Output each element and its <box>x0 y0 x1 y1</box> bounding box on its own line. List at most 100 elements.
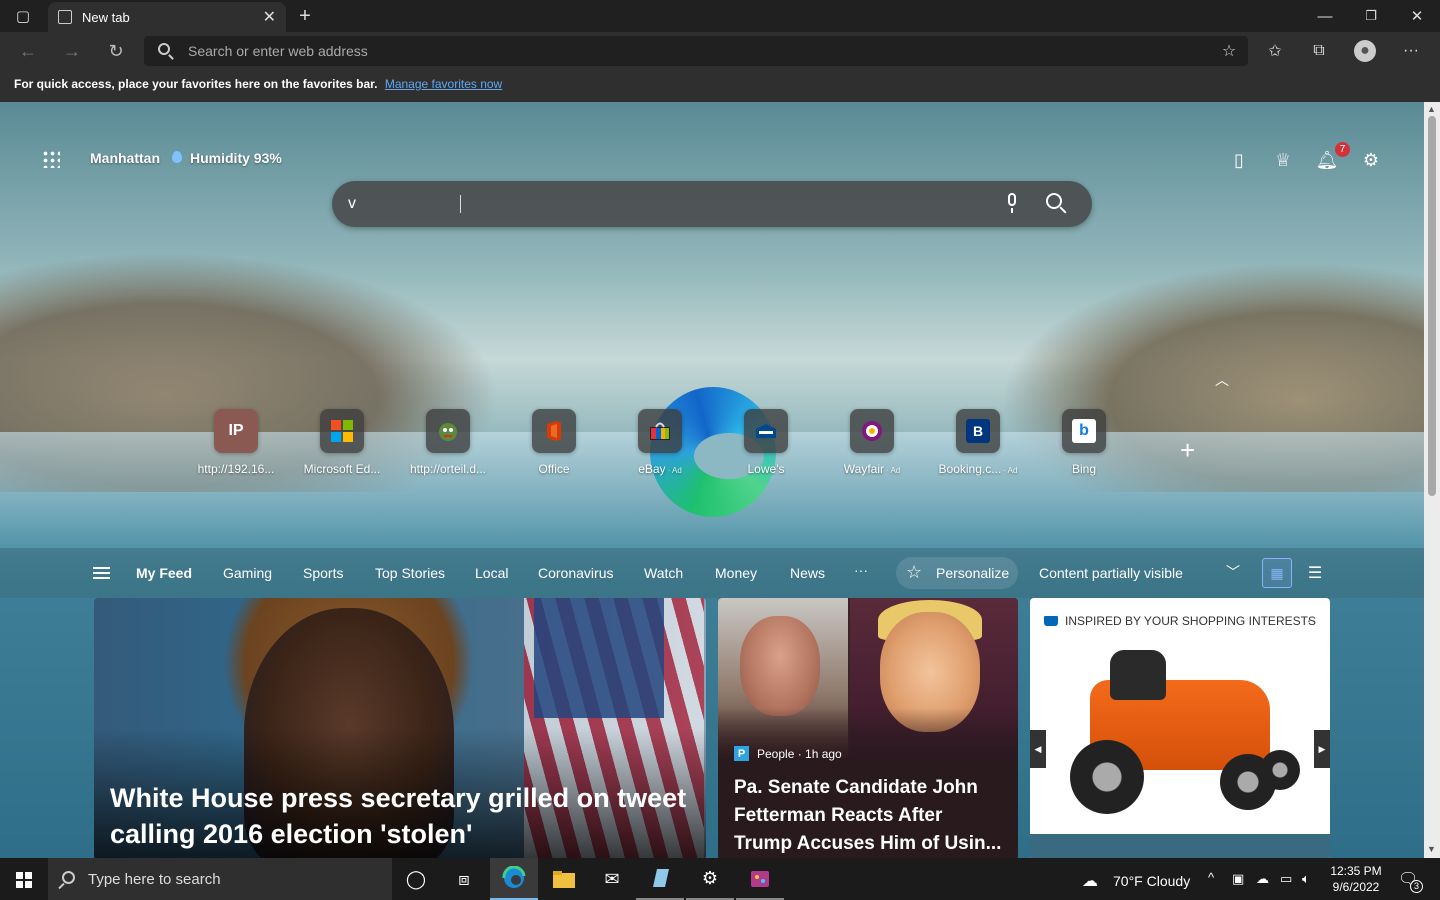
refresh-button[interactable]: ↻ <box>102 38 130 64</box>
feed-tab-money[interactable]: Money <box>715 565 757 581</box>
manage-favorites-link[interactable]: Manage favorites now <box>385 77 502 91</box>
meet-now-icon[interactable]: ▣ <box>1232 871 1244 887</box>
settings-taskbar-icon[interactable]: ⚙ <box>686 858 734 900</box>
weather-humidity[interactable]: Humidity 93% <box>190 150 282 166</box>
web-search-input[interactable] <box>348 191 988 217</box>
taskbar-clock[interactable]: 12:35 PM 9/6/2022 <box>1330 863 1382 895</box>
new-tab-page: Manhattan Humidity 93% ▯ ♕ 🔔︎ 7 ⚙ ︿ IP h… <box>0 102 1424 858</box>
card-more-button[interactable]: ··· <box>1302 612 1316 628</box>
back-button[interactable]: ← <box>14 38 42 64</box>
search-icon <box>158 43 170 55</box>
close-window-button[interactable]: ✕ <box>1394 0 1440 32</box>
top-site-orteil[interactable]: http://orteil.d... <box>403 409 493 476</box>
restore-button[interactable]: ❐ <box>1348 0 1394 32</box>
weather-location[interactable]: Manhattan <box>90 150 160 166</box>
top-site-microsoft-edge[interactable]: Microsoft Ed... <box>297 409 387 476</box>
feed-tab-watch[interactable]: Watch <box>644 565 683 581</box>
new-tab-button[interactable]: + <box>282 0 328 32</box>
minimize-button[interactable]: — <box>1302 0 1348 32</box>
task-view-icon[interactable]: ⧈ <box>440 858 488 900</box>
feed-more-button[interactable]: ··· <box>854 562 868 578</box>
news-card-featured[interactable]: White House press secretary grilled on t… <box>94 598 706 858</box>
carousel-next-icon[interactable]: ▶ <box>1314 730 1330 768</box>
top-site-office[interactable]: Office <box>509 409 599 476</box>
feed-tab-top-stories[interactable]: Top Stories <box>375 565 445 581</box>
feed-tab-gaming[interactable]: Gaming <box>223 565 272 581</box>
feed-tab-news[interactable]: News <box>790 565 825 581</box>
card-source-label: People · 1h ago <box>757 746 842 761</box>
add-site-icon[interactable]: + <box>1180 435 1195 466</box>
card-image-face-left <box>740 616 820 716</box>
add-favorite-icon[interactable]: ☆ <box>1218 40 1240 62</box>
top-site-lowes[interactable]: Lowe's <box>721 409 811 476</box>
cloud-weather-icon[interactable]: ☁ <box>1082 871 1098 891</box>
page-scrollbar[interactable]: ▲ ▼ <box>1424 102 1440 858</box>
top-site-booking[interactable]: B Booking.c... · Ad <box>933 409 1023 476</box>
tray-overflow-icon[interactable]: ^ <box>1208 870 1214 885</box>
app-taskbar-icon[interactable] <box>636 858 684 900</box>
office-logo-icon <box>532 409 576 453</box>
more-menu-icon[interactable]: ··· <box>1400 40 1422 62</box>
mail-icon[interactable]: ✉ <box>588 858 636 900</box>
windows-start-icon[interactable] <box>16 872 32 888</box>
microphone-icon[interactable] <box>1004 193 1020 215</box>
scroll-down-icon[interactable]: ▼ <box>1427 844 1436 854</box>
collapse-chevron-icon[interactable]: ︿ <box>1215 370 1229 390</box>
phone-icon[interactable]: ▯ <box>1227 148 1251 172</box>
chevron-down-icon[interactable]: ﹀ <box>1226 562 1240 582</box>
card-headline[interactable]: Pa. Senate Candidate John Fetterman Reac… <box>734 774 1004 858</box>
search-submit-icon[interactable] <box>1046 193 1062 209</box>
app-launcher-icon[interactable] <box>42 150 60 168</box>
top-site-ebay[interactable]: eBay · Ad <box>615 409 705 476</box>
close-tab-icon[interactable]: ✕ <box>263 7 276 27</box>
rewards-icon[interactable]: ♕ <box>1271 148 1295 172</box>
top-site-bing[interactable]: b Bing <box>1039 409 1129 476</box>
web-search-box[interactable] <box>332 181 1092 227</box>
action-center-badge: 3 <box>1410 880 1423 893</box>
tab-actions-icon[interactable]: ▢ <box>0 0 46 32</box>
title-bar: ▢ New tab ✕ + — ❐ ✕ <box>0 0 1440 32</box>
favorites-icon[interactable]: ✩ <box>1264 40 1286 62</box>
scrollbar-thumb[interactable] <box>1428 116 1436 496</box>
feed-tab-my-feed[interactable]: My Feed <box>136 565 192 581</box>
settings-gear-icon[interactable]: ⚙ <box>1359 148 1383 172</box>
content-visibility-dropdown[interactable]: Content partially visible <box>1039 565 1183 581</box>
wayfair-logo-icon <box>850 409 894 453</box>
feed-tab-coronavirus[interactable]: Coronavirus <box>538 565 613 581</box>
edge-taskbar-icon[interactable] <box>490 858 538 900</box>
collections-icon[interactable]: ⧉ <box>1308 40 1330 62</box>
top-site-ip[interactable]: IP http://192.16... <box>191 409 281 476</box>
shopping-card[interactable]: INSPIRED BY YOUR SHOPPING INTERESTS ··· … <box>1030 598 1330 858</box>
grid-view-icon[interactable]: ▦ <box>1262 558 1292 588</box>
forward-button[interactable]: → <box>58 38 86 64</box>
onedrive-icon[interactable]: ☁ <box>1256 871 1269 887</box>
top-site-label: Microsoft Ed... <box>303 462 381 476</box>
card-headline[interactable]: White House press secretary grilled on t… <box>110 780 700 852</box>
microsoft-logo-icon <box>320 409 364 453</box>
feed-tab-sports[interactable]: Sports <box>303 565 343 581</box>
cortana-icon[interactable]: ◯ <box>392 858 440 900</box>
shopping-card-image[interactable] <box>1030 640 1330 834</box>
profile-avatar-icon[interactable]: ● <box>1354 40 1376 62</box>
list-view-icon[interactable]: ☰ <box>1300 558 1330 588</box>
address-bar: ← → ↻ Search or enter web address ☆ ✩ ⧉ … <box>0 32 1440 70</box>
file-explorer-icon[interactable] <box>540 858 588 900</box>
tab-new-tab[interactable]: New tab ✕ <box>48 2 286 32</box>
feed-tab-local[interactable]: Local <box>475 565 508 581</box>
personalize-button[interactable]: ☆ Personalize <box>896 557 1018 589</box>
network-icon[interactable]: ▭ <box>1280 871 1292 887</box>
paint-app-icon[interactable] <box>736 858 784 900</box>
menu-hamburger-icon[interactable] <box>93 567 110 579</box>
shopping-card-footer <box>1030 834 1330 858</box>
taskbar-search-box[interactable]: Type here to search <box>48 858 392 900</box>
carousel-prev-icon[interactable]: ◀ <box>1030 730 1046 768</box>
top-site-label: Wayfair · Ad <box>843 462 901 476</box>
address-input[interactable]: Search or enter web address <box>144 36 1248 66</box>
scroll-up-icon[interactable]: ▲ <box>1427 104 1436 114</box>
top-site-wayfair[interactable]: Wayfair · Ad <box>827 409 917 476</box>
top-site-label: http://192.16... <box>197 462 275 476</box>
lowes-logo-icon <box>744 409 788 453</box>
news-card[interactable]: P People · 1h ago Pa. Senate Candidate J… <box>718 598 1018 858</box>
volume-muted-icon[interactable]: 🔈︎ <box>1302 871 1310 887</box>
taskbar-weather[interactable]: 70°F Cloudy <box>1113 873 1190 889</box>
